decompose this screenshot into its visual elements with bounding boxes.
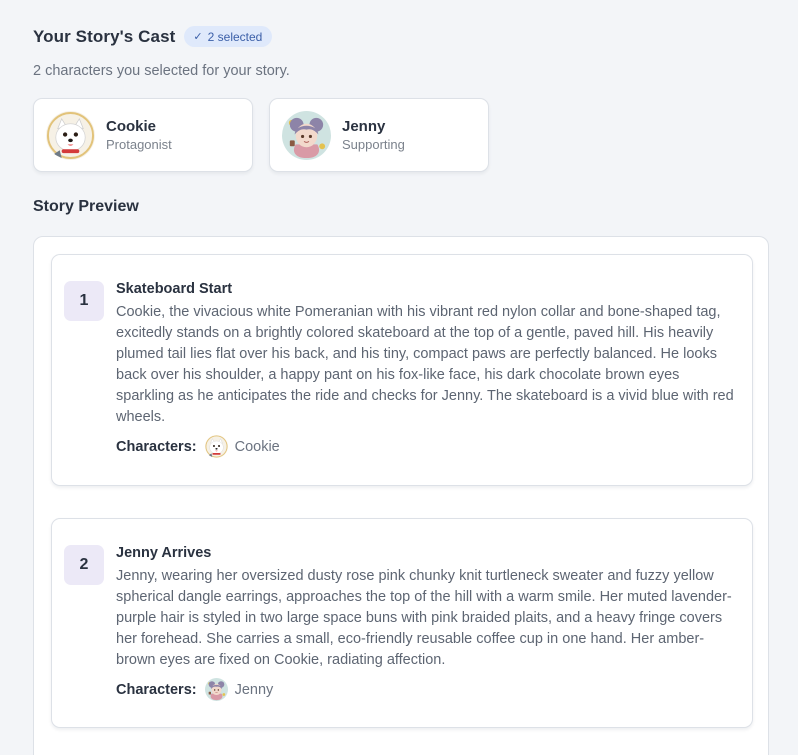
character-chip-name: Jenny xyxy=(234,681,274,698)
scene-text: Cookie, the vivacious white Pomeranian w… xyxy=(116,304,734,425)
cast-name: Cookie xyxy=(106,118,157,135)
scene-title: Skateboard Start xyxy=(116,281,233,297)
scene-characters: Characters: Cookie xyxy=(116,435,740,458)
cast-card-list: Cookie Protagonist Jenny Supporting xyxy=(33,98,489,172)
cast-card-text: Cookie Protagonist xyxy=(106,117,172,153)
story-preview-title: Story Preview xyxy=(33,198,139,215)
pomeranian-avatar-icon xyxy=(46,111,95,160)
character-chip-name: Cookie xyxy=(234,438,280,455)
selected-count-badge: ✓ 2 selected xyxy=(184,26,273,47)
cast-card-cookie[interactable]: Cookie Protagonist xyxy=(33,98,253,172)
cast-card-jenny[interactable]: Jenny Supporting xyxy=(269,98,489,172)
character-chip-jenny: Jenny xyxy=(205,678,274,701)
scene-body: Jenny Arrives Jenny, wearing her oversiz… xyxy=(116,545,740,701)
scene-number: 2 xyxy=(64,545,104,585)
characters-label: Characters: xyxy=(116,438,197,455)
scene-body: Skateboard Start Cookie, the vivacious w… xyxy=(116,281,740,458)
cast-card-text: Jenny Supporting xyxy=(342,117,405,153)
scene-card-1[interactable]: 1 Skateboard Start Cookie, the vivacious… xyxy=(51,254,753,486)
characters-label: Characters: xyxy=(116,681,197,698)
cast-title: Your Story's Cast xyxy=(33,26,176,46)
scene-text: Jenny, wearing her oversized dusty rose … xyxy=(116,568,732,668)
girl-avatar-icon xyxy=(205,678,228,701)
cast-header: Your Story's Cast ✓ 2 selected xyxy=(33,26,273,47)
selected-count-label: 2 selected xyxy=(207,29,263,44)
scene-characters: Characters: Jenny xyxy=(116,678,740,701)
cast-role: Protagonist xyxy=(106,137,172,152)
scene-number: 1 xyxy=(64,281,104,321)
character-chip-cookie: Cookie xyxy=(205,435,280,458)
pomeranian-avatar-icon xyxy=(205,435,228,458)
cast-subtitle: 2 characters you selected for your story… xyxy=(33,63,290,79)
scene-title: Jenny Arrives xyxy=(116,545,212,561)
check-icon: ✓ xyxy=(193,31,203,43)
cast-name: Jenny xyxy=(342,118,386,135)
scene-card-2[interactable]: 2 Jenny Arrives Jenny, wearing her overs… xyxy=(51,518,753,728)
girl-avatar-icon xyxy=(282,111,331,160)
cast-role: Supporting xyxy=(342,137,405,152)
story-preview-panel[interactable]: 1 Skateboard Start Cookie, the vivacious… xyxy=(33,236,769,755)
